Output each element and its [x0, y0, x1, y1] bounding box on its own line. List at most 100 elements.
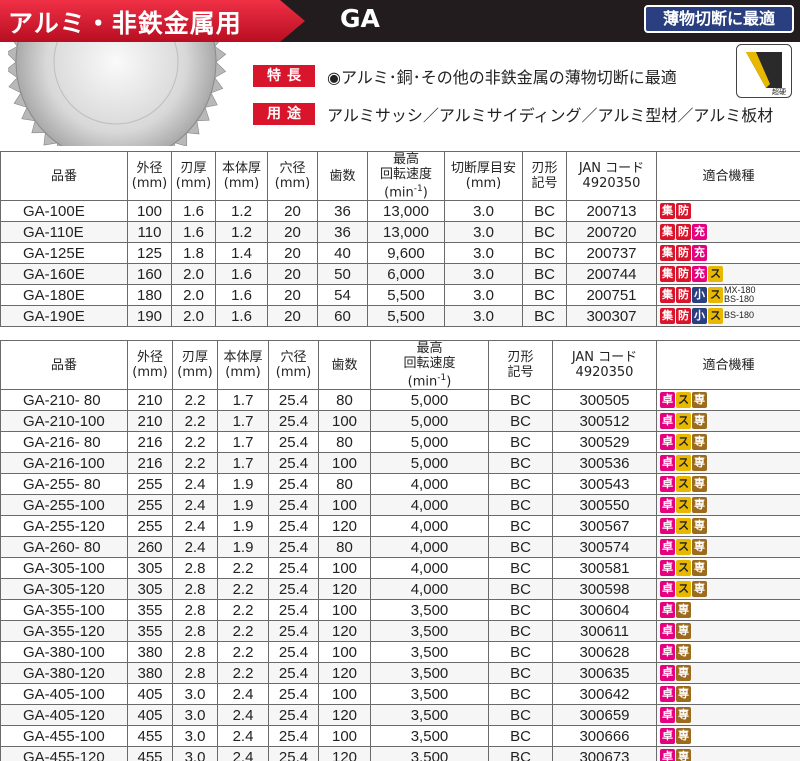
table-row: GA-210- 80 210 2.2 1.7 25.4 80 5,000 BC 300505 卓ス…: [0, 389, 800, 412]
machine-mark-su: ス: [708, 286, 723, 303]
table-cell: 200751: [566, 284, 657, 307]
table-cell: 210: [127, 389, 173, 412]
machine-mark-taku: 卓: [660, 412, 675, 429]
table-cell: BC: [488, 662, 553, 685]
table-row: GA-216- 80 216 2.2 1.7 25.4 80 5,000 BC 300529 卓ス…: [0, 431, 800, 454]
machine-mark-bou: 防: [676, 244, 691, 261]
machine-mark-sen: 専: [676, 727, 691, 744]
column-header: 最高 回転速度 (min-1): [367, 150, 445, 202]
table-cell: 100: [318, 410, 371, 433]
table-cell: 25.4: [268, 704, 319, 727]
machine-mark-taku: 卓: [660, 748, 675, 761]
machine-mark-juu: 充: [692, 223, 707, 240]
table-cell: 2.4: [172, 473, 218, 496]
table-cell: 300659: [552, 704, 657, 727]
table-cell: 1.4: [215, 242, 268, 265]
table-cell: BC: [488, 599, 553, 622]
table-cell: 1.9: [217, 515, 269, 538]
part-number-cell: GA-180E: [0, 284, 128, 307]
machine-mark-su: ス: [708, 307, 723, 324]
machine-mark-taku: 卓: [660, 475, 675, 492]
table-cell: BC: [522, 263, 567, 286]
table-cell: 3.0: [172, 683, 218, 706]
machine-mark-bou: 防: [676, 202, 691, 219]
compatible-machine-cell: 卓ス専: [656, 473, 800, 496]
table-cell: 100: [127, 200, 172, 223]
feature-tag: 特長: [253, 65, 315, 87]
column-header: 刃形 記号: [522, 150, 567, 202]
machine-mark-sen: 専: [692, 538, 707, 555]
part-number-cell: GA-305-100: [0, 557, 128, 580]
table-row: GA-455-120 455 3.0 2.4 25.4 120 3,500 BC 300673 卓…: [0, 746, 800, 761]
table-cell: 20: [267, 242, 318, 265]
part-number-cell: GA-160E: [0, 263, 128, 286]
tooth-shape-icon: 超硬: [736, 44, 792, 98]
table-cell: 3.0: [172, 704, 218, 727]
table-cell: 20: [267, 284, 318, 307]
table-cell: 1.8: [171, 242, 216, 265]
table-cell: 54: [317, 284, 368, 307]
table-cell: BC: [488, 515, 553, 538]
compatible-machine-cell: 卓ス専: [656, 536, 800, 559]
table-cell: 300307: [566, 305, 657, 328]
table-cell: 2.4: [172, 536, 218, 559]
machine-mark-sen: 専: [692, 559, 707, 576]
table-row: GA-125E 125 1.8 1.4 20 40 9,600 3.0 BC 200737 集防充: [0, 242, 800, 265]
table-cell: 300512: [552, 410, 657, 433]
table-cell: BC: [488, 578, 553, 601]
compatible-machine-cell: 集防充: [656, 221, 800, 244]
table-cell: 25.4: [268, 473, 319, 496]
machine-mark-taku: 卓: [660, 685, 675, 702]
spec-table-small: 品番 外径 (mm) 刃厚 (mm) 本体厚 (mm) 穴径 (mm) 歯数 最高 回転速度 (min-…: [0, 150, 800, 328]
compatible-machine-cell: 集防小ス MX-180 BS-180: [656, 284, 800, 307]
part-number-cell: GA-260- 80: [0, 536, 128, 559]
table-cell: 2.2: [217, 662, 269, 685]
table-cell: 120: [318, 746, 371, 761]
table-cell: 120: [318, 578, 371, 601]
table-row: GA-305-120 305 2.8 2.2 25.4 120 4,000 BC 300598 卓…: [0, 578, 800, 601]
table-cell: 25.4: [268, 662, 319, 685]
table-cell: 2.4: [217, 683, 269, 706]
machine-mark-su: ス: [676, 433, 691, 450]
table-cell: 5,000: [370, 452, 489, 475]
part-number-cell: GA-380-100: [0, 641, 128, 664]
machine-mark-syu: 集: [660, 202, 675, 219]
table-cell: 1.9: [217, 473, 269, 496]
machine-mark-taku: 卓: [660, 580, 675, 597]
machine-mark-su: ス: [676, 580, 691, 597]
feature-row: 特長 ◉アルミ･銅･その他の非鉄金属の薄物切断に最適: [253, 64, 677, 88]
column-header: JAN コード 4920350: [552, 339, 657, 391]
table-cell: 2.0: [171, 263, 216, 286]
table-cell: BC: [522, 284, 567, 307]
machine-mark-su: ス: [708, 265, 723, 282]
table-cell: 355: [127, 620, 173, 643]
table-cell: 300581: [552, 557, 657, 580]
table-cell: 5,500: [367, 284, 445, 307]
compatible-machine-cell: 卓専: [656, 662, 800, 685]
table-cell: 1.6: [171, 200, 216, 223]
machine-mark-sen: 専: [692, 412, 707, 429]
part-number-cell: GA-100E: [0, 200, 128, 223]
machine-mark-taku: 卓: [660, 601, 675, 618]
machine-mark-syu: 集: [660, 223, 675, 240]
machine-mark-taku: 卓: [660, 433, 675, 450]
column-header: 本体厚 (mm): [215, 150, 268, 202]
table-cell: 80: [318, 431, 371, 454]
table-cell: 1.7: [217, 410, 269, 433]
table-cell: BC: [522, 305, 567, 328]
table-cell: BC: [488, 431, 553, 454]
table-cell: 5,000: [370, 431, 489, 454]
table-cell: 3.0: [444, 242, 523, 265]
table-cell: 120: [318, 620, 371, 643]
table-cell: 2.2: [217, 557, 269, 580]
compatible-machine-cell: 卓ス専: [656, 431, 800, 454]
column-header: 最高 回転速度 (min-1): [370, 339, 489, 391]
table-cell: 180: [127, 284, 172, 307]
feature-text: ◉アルミ･銅･その他の非鉄金属の薄物切断に最適: [327, 68, 677, 87]
table-cell: BC: [488, 725, 553, 748]
table-cell: BC: [488, 389, 553, 412]
machine-mark-taku: 卓: [660, 454, 675, 471]
table-cell: 3.0: [444, 200, 523, 223]
machine-mark-bou: 防: [676, 307, 691, 324]
machine-mark-su: ス: [676, 496, 691, 513]
